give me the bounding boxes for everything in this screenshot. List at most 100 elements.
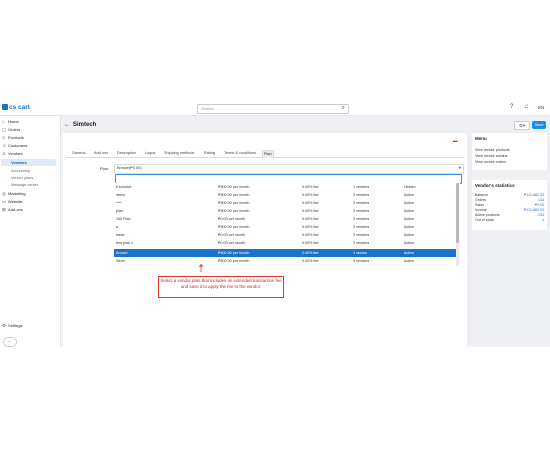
menu-link-vendor-products[interactable]: View vendor products [475, 148, 510, 152]
stat-value[interactable]: 4 [542, 218, 544, 222]
plan-option[interactable]: basic ₱0.00 per month 0.00% fee 0 vendors Ac… [114, 231, 456, 239]
sidebar-item-addons[interactable]: ⊞ Add-ons [2, 207, 23, 213]
tab-shipping-methods[interactable]: Shipping methods [163, 150, 195, 157]
plan-name: basic [116, 233, 125, 237]
tab-logos[interactable]: Logos [144, 150, 156, 157]
tab-description[interactable]: Description [116, 150, 137, 157]
plan-option[interactable]: plan ₱500.00 per month 0.00% fee 0 vendors A… [114, 207, 456, 215]
stat-value[interactable]: ₱112,882.03 [524, 193, 544, 197]
stat-label: Income [475, 208, 487, 212]
stat-value[interactable]: ₱112,882.03 [524, 208, 544, 212]
search-placeholder: Search [201, 106, 214, 111]
plan-price: ₱0.00 per month [218, 233, 246, 237]
stats-title: Vendor's statistics [475, 183, 515, 188]
search-input[interactable]: Search ⌕ [197, 104, 349, 114]
user-menu[interactable]: EN [538, 105, 544, 110]
plan-option[interactable]: demo ₱500.00 per month 0.00% fee 0 vendors A… [114, 191, 456, 199]
plan-status: Active [404, 209, 415, 213]
plan-vendors: 1 vendors [353, 185, 370, 189]
stat-label: Sales [475, 203, 484, 207]
sidebar-item-home[interactable]: ⌂ Home [2, 119, 19, 125]
plan-option[interactable]: 160 Plan ₱0.00 per month 0.00% fee 0 vendor… [114, 215, 456, 223]
menu-link-vendor-orders[interactable]: View vendor orders [475, 160, 506, 164]
plan-status: Hidden [404, 185, 416, 189]
sidebar-subitem-accounting[interactable]: Accounting [11, 169, 30, 173]
settings-dropdown-button[interactable]: ⚙▾ [514, 121, 530, 130]
sidebar-item-customers[interactable]: ☺Customers [2, 143, 27, 149]
stat-value[interactable]: ₱0.00 [535, 203, 544, 207]
tab-terms-conditions[interactable]: Terms & conditions [223, 150, 257, 157]
plan-option-selected[interactable]: Bronze ₱500.00 per month 0.00% fee 1 vendor… [114, 249, 456, 257]
tab-plan[interactable]: Plan [262, 150, 274, 158]
callout-pointer-icon [198, 264, 204, 272]
plan-name: Exclusive [116, 185, 132, 189]
back-arrow-icon[interactable]: ← [64, 122, 70, 128]
vendor-stats-card: Vendor's statistics Balance ₱112,882.03 O… [472, 180, 547, 230]
sidebar-item-label: Customers [8, 143, 28, 148]
stat-value[interactable]: 143 [538, 198, 544, 202]
sidebar-item-vendors[interactable]: ♙ Vendors [2, 151, 23, 157]
sidebar-item-label: Home [8, 119, 19, 124]
brand-name: cs cart [9, 104, 30, 111]
plan-fee: 0.00% fee [302, 193, 319, 197]
plan-option[interactable]: a ₱500.00 per month 0.00% fee 0 vendors Acti… [114, 223, 456, 231]
plan-status: Active [404, 259, 415, 263]
help-icon[interactable]: ? [510, 104, 513, 110]
sidebar-item-label: Add-ons [8, 207, 23, 212]
flag-icon[interactable]: ▬ [453, 138, 458, 143]
plan-vendors: 0 vendors [353, 209, 370, 213]
plan-status: Active [404, 225, 415, 229]
save-button[interactable]: Save [532, 121, 546, 129]
search-icon[interactable]: ⌕ [342, 105, 345, 112]
sidebar-item-orders[interactable]: ▢ Orders [2, 127, 20, 133]
sidebar-item-marketing[interactable]: ◎ Marketing [2, 191, 26, 197]
plan-select[interactable]: Bronze(₱0.00) ▾ [114, 164, 464, 174]
sidebar-item-website[interactable]: ▭ Website [2, 199, 22, 205]
sidebar-item-label: Vendors [8, 151, 23, 156]
tab-general[interactable]: General [71, 150, 87, 157]
tab-addons[interactable]: Add-ons [93, 150, 109, 157]
plan-fee: 0.00% fee [302, 233, 319, 237]
plan-price: ₱500.00 per month [218, 251, 250, 255]
bell-icon[interactable]: ♫ [524, 104, 529, 110]
plan-vendors: 0 vendors [353, 259, 370, 263]
collapse-sidebar-button[interactable]: ← [3, 337, 17, 347]
plan-price: ₱500.00 per month [218, 193, 250, 197]
plan-price: ₱500.00 per month [218, 209, 250, 213]
sidebar-item-label: Marketing [8, 191, 26, 196]
scrollbar-thumb[interactable] [456, 183, 459, 243]
plan-fee: 0.00% fee [302, 225, 319, 229]
stat-label: Orders [475, 198, 486, 202]
dropdown-scrollbar[interactable] [456, 183, 459, 266]
plan-price: ₱0.00 per month [218, 241, 246, 245]
menu-card: Menu View vendor products View vendor ad… [472, 133, 547, 170]
plan-option[interactable]: Silver ₱500.00 per month 0.00% fee 0 vendor… [114, 257, 456, 265]
plan-vendors: 0 vendors [353, 217, 370, 221]
stat-value[interactable]: 234 [538, 213, 544, 217]
sidebar-subitem-message-center[interactable]: Message center [11, 183, 38, 187]
stat-label: Out of stock [475, 218, 495, 222]
plan-price: ₱500.00 per month [218, 185, 250, 189]
sidebar-item-settings[interactable]: ⚙ Settings [2, 323, 22, 329]
sidebar-subitem-vendor-plans[interactable]: Vendor plans [11, 176, 33, 180]
sidebar-item-label: Products [8, 135, 24, 140]
brand-logo[interactable]: cs cart [2, 104, 30, 111]
plan-name: **** [116, 201, 122, 205]
plan-name: plan [116, 209, 123, 213]
plan-fee: 0.00% fee [302, 251, 319, 255]
plan-status: Active [404, 193, 415, 197]
plan-price: ₱0.00 per month [218, 217, 246, 221]
menu-link-vendor-admins[interactable]: View vendor admins [475, 154, 507, 158]
sidebar-item-products[interactable]: ◇ Products [2, 135, 24, 141]
plan-option[interactable]: test plan 1 ₱0.00 per month 0.00% fee 0 ven… [114, 239, 456, 247]
plan-option[interactable]: **** ₱500.00 per month 0.00% fee 0 vendors A… [114, 199, 456, 207]
plan-vendors: 0 vendors [353, 225, 370, 229]
sidebar-item-vendors-active[interactable]: Vendors [1, 159, 56, 166]
plan-name: a [116, 225, 119, 229]
sidebar-item-label: Website [8, 199, 23, 204]
plan-option[interactable]: Exclusive ₱500.00 per month 0.00% fee 1 ven… [114, 183, 456, 191]
tab-rating[interactable]: Rating [203, 150, 216, 157]
plan-status: Active [404, 251, 415, 255]
top-bar: cs cart Search ⌕ ? ♫ EN [0, 102, 550, 116]
stat-label: Active products [475, 213, 500, 217]
